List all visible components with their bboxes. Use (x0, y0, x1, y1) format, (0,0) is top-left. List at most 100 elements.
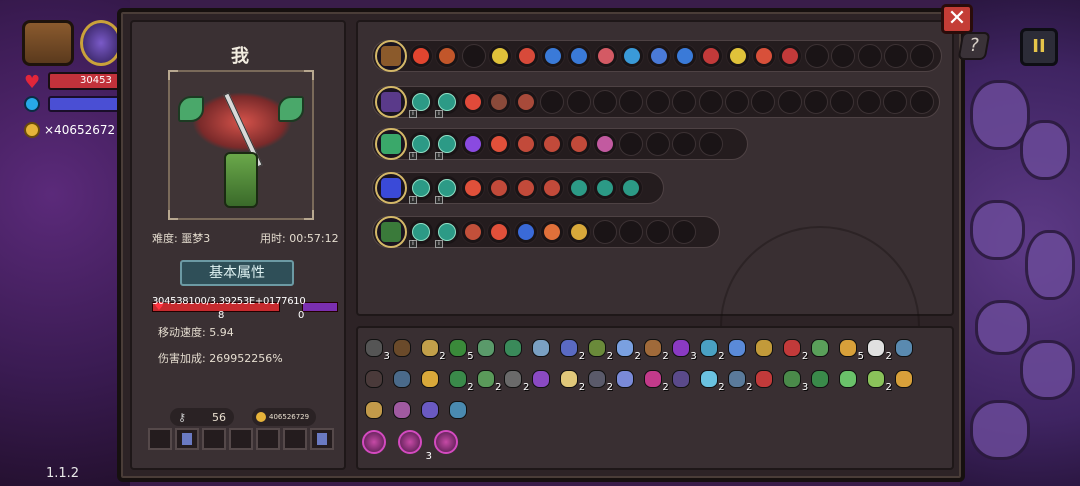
empty-enchant-slot[interactable] (566, 90, 591, 114)
enchant-icon[interactable] (540, 44, 565, 68)
item-slot[interactable] (501, 336, 529, 364)
item-slot[interactable] (613, 367, 641, 395)
item-slot[interactable] (892, 367, 920, 395)
upgrade-gem-icon[interactable]: i (409, 220, 433, 248)
enchant-icon[interactable] (620, 44, 645, 68)
item-slot[interactable]: 2 (418, 336, 446, 364)
equipment-slot[interactable] (175, 428, 199, 450)
potion-icon[interactable]: 3 (398, 430, 432, 462)
empty-enchant-slot[interactable] (672, 132, 697, 156)
item-slot[interactable] (669, 367, 697, 395)
enchant-icon[interactable] (646, 44, 671, 68)
enchant-icon[interactable] (461, 90, 485, 114)
empty-enchant-slot[interactable] (592, 220, 617, 244)
item-slot[interactable] (390, 336, 418, 364)
item-slot[interactable]: 2 (557, 336, 585, 364)
item-slot[interactable]: 2 (613, 336, 641, 364)
item-slot[interactable]: 2 (641, 336, 669, 364)
enchant-icon[interactable] (566, 220, 591, 244)
enchant-icon[interactable] (487, 90, 512, 114)
upgrade-gem-icon[interactable]: i (409, 90, 433, 118)
enchant-icon[interactable] (409, 44, 433, 68)
enchant-icon[interactable] (435, 44, 460, 68)
item-slot[interactable] (529, 336, 557, 364)
empty-enchant-slot[interactable] (804, 44, 829, 68)
close-button[interactable]: ✕ (941, 4, 973, 34)
empty-enchant-slot[interactable] (672, 90, 697, 114)
empty-enchant-slot[interactable] (592, 90, 617, 114)
item-slot[interactable]: 2 (474, 367, 501, 395)
item-slot[interactable]: 2 (697, 367, 725, 395)
item-slot[interactable]: 5 (446, 336, 474, 364)
enchant-icon[interactable] (540, 176, 565, 200)
empty-enchant-slot[interactable] (698, 90, 723, 114)
empty-enchant-slot[interactable] (909, 90, 934, 114)
empty-enchant-slot[interactable] (884, 44, 909, 68)
item-slot[interactable]: 2 (501, 367, 529, 395)
enchant-icon[interactable] (487, 176, 512, 200)
item-slot[interactable] (529, 367, 557, 395)
upgrade-gem-icon[interactable]: i (409, 176, 433, 204)
weapon-main-icon[interactable] (375, 128, 407, 160)
item-slot[interactable]: 2 (446, 367, 474, 395)
enchant-icon[interactable] (513, 132, 538, 156)
empty-enchant-slot[interactable] (619, 132, 644, 156)
enchant-icon[interactable] (566, 132, 591, 156)
equipment-slot[interactable] (148, 428, 172, 450)
enchant-icon[interactable] (513, 90, 538, 114)
empty-enchant-slot[interactable] (804, 90, 829, 114)
equipment-slot[interactable] (202, 428, 226, 450)
enchant-icon[interactable] (513, 176, 538, 200)
enchant-icon[interactable] (725, 44, 750, 68)
enchant-icon[interactable] (488, 44, 513, 68)
item-slot[interactable] (390, 367, 418, 395)
upgrade-gem-icon[interactable]: i (409, 132, 433, 160)
enchant-icon[interactable] (487, 132, 512, 156)
item-slot[interactable]: 2 (641, 367, 669, 395)
item-slot[interactable]: 2 (780, 336, 808, 364)
item-slot[interactable] (418, 367, 446, 395)
item-slot[interactable] (725, 336, 753, 364)
empty-enchant-slot[interactable] (883, 90, 908, 114)
upgrade-gem-icon[interactable]: i (435, 90, 459, 118)
item-slot[interactable] (892, 336, 920, 364)
empty-enchant-slot[interactable] (619, 90, 644, 114)
upgrade-gem-icon[interactable]: i (435, 132, 459, 160)
help-button[interactable]: ? (957, 32, 991, 60)
equipment-slot[interactable] (229, 428, 253, 450)
enchant-icon[interactable] (540, 220, 565, 244)
item-slot[interactable]: 3 (780, 367, 808, 395)
item-slot[interactable]: 2 (864, 336, 892, 364)
item-slot[interactable] (808, 367, 836, 395)
empty-enchant-slot[interactable] (672, 220, 697, 244)
empty-enchant-slot[interactable] (857, 44, 882, 68)
empty-enchant-slot[interactable] (645, 132, 670, 156)
empty-enchant-slot[interactable] (645, 220, 670, 244)
item-slot[interactable] (362, 398, 390, 426)
item-slot[interactable]: 2 (697, 336, 725, 364)
weapon-main-icon[interactable] (375, 86, 407, 118)
enchant-icon[interactable] (592, 176, 617, 200)
item-slot[interactable] (418, 398, 446, 426)
empty-enchant-slot[interactable] (856, 90, 881, 114)
item-slot[interactable] (836, 367, 864, 395)
upgrade-gem-icon[interactable]: i (435, 176, 459, 204)
item-slot[interactable]: 2 (585, 336, 613, 364)
potion-icon[interactable] (434, 430, 462, 458)
weapon-icon[interactable] (80, 20, 122, 66)
item-slot[interactable] (752, 336, 780, 364)
chest-icon[interactable] (22, 20, 74, 66)
weapon-main-icon[interactable] (375, 172, 407, 204)
item-slot[interactable]: 2 (864, 367, 892, 395)
item-slot[interactable] (752, 367, 780, 395)
empty-enchant-slot[interactable] (540, 90, 565, 114)
item-slot[interactable]: 2 (725, 367, 752, 395)
enchant-icon[interactable] (672, 44, 697, 68)
item-slot[interactable] (474, 336, 502, 364)
empty-enchant-slot[interactable] (724, 90, 749, 114)
empty-enchant-slot[interactable] (698, 132, 723, 156)
enchant-icon[interactable] (540, 132, 565, 156)
enchant-icon[interactable] (461, 176, 485, 200)
equipment-slot[interactable] (256, 428, 280, 450)
enchant-icon[interactable] (699, 44, 724, 68)
